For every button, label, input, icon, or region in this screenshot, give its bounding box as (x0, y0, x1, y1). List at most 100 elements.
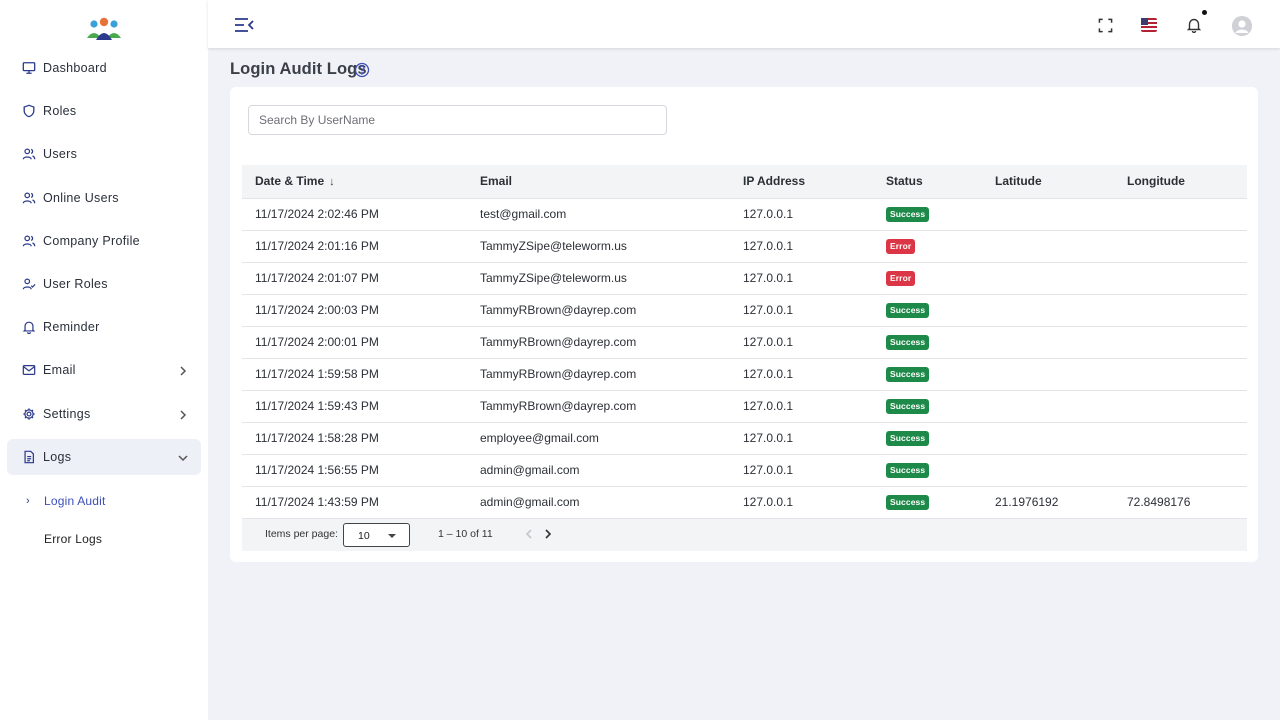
sidebar-item-label: Settings (43, 406, 91, 421)
topbar (208, 0, 1280, 48)
column-header-datetime[interactable]: Date & Time ↓ (255, 165, 335, 199)
audit-log-table: Date & Time ↓ Email IP Address Status Lat… (242, 165, 1247, 551)
search-input[interactable] (248, 105, 667, 135)
app-logo-icon[interactable] (86, 16, 122, 42)
caret-down-icon (388, 534, 396, 538)
status-badge: Success (886, 303, 930, 318)
sidebar-item-dashboard[interactable]: Dashboard (7, 50, 201, 86)
page-range-label: 1 – 10 of 11 (438, 528, 493, 540)
notification-bell-icon[interactable] (1185, 16, 1203, 34)
sidebar-item-company-profile[interactable]: Company Profile (7, 223, 201, 259)
column-header-latitude: Latitude (995, 174, 1042, 188)
table-row[interactable]: 11/17/2024 2:01:07 PM TammyZSipe@telewor… (242, 263, 1247, 295)
users-icon (21, 233, 37, 249)
status-badge: Success (886, 495, 930, 510)
sort-arrow-down-icon[interactable]: ↓ (329, 166, 335, 198)
mail-icon (21, 362, 37, 378)
menu-collapse-icon[interactable] (234, 17, 254, 33)
sidebar-item-logs[interactable]: Logs (7, 438, 201, 475)
column-header-ip: IP Address (743, 174, 806, 188)
us-flag-icon[interactable] (1140, 16, 1158, 34)
sidebar-item-label: Email (43, 363, 76, 378)
table-row[interactable]: 11/17/2024 1:43:59 PM admin@gmail.com 12… (242, 487, 1247, 519)
cell-email: admin@gmail.com (480, 463, 580, 477)
table-row[interactable]: 11/17/2024 2:02:46 PM test@gmail.com 127… (242, 199, 1247, 231)
cell-ip: 127.0.0.1 (743, 239, 794, 253)
page-title: Login Audit Logs (230, 60, 367, 78)
cell-email: test@gmail.com (480, 207, 567, 221)
sidebar-item-settings[interactable]: Settings (7, 396, 201, 432)
sidebar-subitem-login-audit[interactable]: › Login Audit (0, 482, 208, 520)
help-icon[interactable] (354, 62, 370, 78)
cell-datetime: 11/17/2024 1:59:58 PM (255, 367, 379, 381)
table-row[interactable]: 11/17/2024 1:58:28 PM employee@gmail.com… (242, 423, 1247, 455)
column-header-longitude: Longitude (1127, 174, 1185, 188)
audit-log-card: Date & Time ↓ Email IP Address Status Lat… (230, 87, 1258, 562)
avatar[interactable] (1232, 16, 1252, 36)
sidebar-item-label: Roles (43, 104, 77, 119)
next-page-button[interactable] (541, 527, 555, 541)
status-badge: Success (886, 335, 930, 350)
paginator: Items per page: 10 1 – 10 of 11 (242, 519, 1247, 551)
previous-page-button[interactable] (522, 527, 536, 541)
chevron-down-icon (177, 451, 189, 463)
column-header-status: Status (886, 174, 923, 188)
cell-email: TammyRBrown@dayrep.com (480, 367, 637, 381)
table-row[interactable]: 11/17/2024 1:59:58 PM TammyRBrown@dayrep… (242, 359, 1247, 391)
status-badge: Success (886, 207, 930, 222)
cell-latitude: 21.1976192 (995, 495, 1059, 509)
chevron-right-icon (177, 364, 189, 376)
cell-datetime: 11/17/2024 2:01:16 PM (255, 239, 379, 253)
cell-email: TammyZSipe@teleworm.us (480, 239, 627, 253)
status-badge: Success (886, 367, 930, 382)
user-check-icon (21, 276, 37, 292)
table-row[interactable]: 11/17/2024 1:59:43 PM TammyRBrown@dayrep… (242, 391, 1247, 423)
table-header: Date & Time ↓ Email IP Address Status Lat… (242, 165, 1247, 199)
sidebar-item-users[interactable]: Users (7, 136, 201, 172)
sidebar-item-label: Company Profile (43, 233, 140, 248)
cell-ip: 127.0.0.1 (743, 431, 794, 445)
cell-datetime: 11/17/2024 1:59:43 PM (255, 399, 379, 413)
fullscreen-icon[interactable] (1096, 16, 1114, 34)
sidebar-item-online-users[interactable]: Online Users (7, 180, 201, 216)
sidebar-subitem-label: Login Audit (44, 493, 106, 508)
gear-icon (21, 406, 37, 422)
table-row[interactable]: 11/17/2024 2:00:01 PM TammyRBrown@dayrep… (242, 327, 1247, 359)
column-header-label: Date & Time (255, 174, 325, 188)
cell-datetime: 11/17/2024 2:01:07 PM (255, 271, 379, 285)
sidebar-subitem-label: Error Logs (44, 531, 103, 546)
sidebar-item-label: Logs (43, 449, 72, 464)
cell-datetime: 11/17/2024 2:00:01 PM (255, 335, 379, 349)
status-badge: Error (886, 239, 916, 254)
sidebar-item-email[interactable]: Email (7, 352, 201, 388)
sidebar-item-roles[interactable]: Roles (7, 93, 201, 129)
items-per-page-select[interactable]: 10 (343, 523, 410, 547)
chevron-right-icon (177, 408, 189, 420)
bell-icon (21, 319, 37, 335)
items-per-page-value: 10 (358, 530, 370, 542)
cell-datetime: 11/17/2024 1:56:55 PM (255, 463, 379, 477)
chevron-right-icon (545, 529, 552, 539)
cell-ip: 127.0.0.1 (743, 399, 794, 413)
cell-ip: 127.0.0.1 (743, 495, 794, 509)
status-badge: Success (886, 431, 930, 446)
cell-datetime: 11/17/2024 2:02:46 PM (255, 207, 379, 221)
cell-email: admin@gmail.com (480, 495, 580, 509)
cell-ip: 127.0.0.1 (743, 335, 794, 349)
sidebar-subitem-error-logs[interactable]: Error Logs (0, 520, 208, 558)
sidebar-nav: Dashboard Roles Users Online Users Compa… (0, 50, 208, 558)
cell-ip: 127.0.0.1 (743, 303, 794, 317)
table-row[interactable]: 11/17/2024 1:56:55 PM admin@gmail.com 12… (242, 455, 1247, 487)
sidebar-item-reminder[interactable]: Reminder (7, 309, 201, 345)
cell-email: TammyRBrown@dayrep.com (480, 335, 637, 349)
sidebar-item-user-roles[interactable]: User Roles (7, 266, 201, 302)
cell-email: TammyZSipe@teleworm.us (480, 271, 627, 285)
cell-ip: 127.0.0.1 (743, 463, 794, 477)
cell-ip: 127.0.0.1 (743, 271, 794, 285)
table-row[interactable]: 11/17/2024 2:01:16 PM TammyZSipe@telewor… (242, 231, 1247, 263)
table-row[interactable]: 11/17/2024 2:00:03 PM TammyRBrown@dayrep… (242, 295, 1247, 327)
document-icon (21, 449, 37, 465)
chevron-right-icon: › (26, 494, 30, 507)
cell-longitude: 72.8498176 (1127, 495, 1191, 509)
cell-ip: 127.0.0.1 (743, 207, 794, 221)
